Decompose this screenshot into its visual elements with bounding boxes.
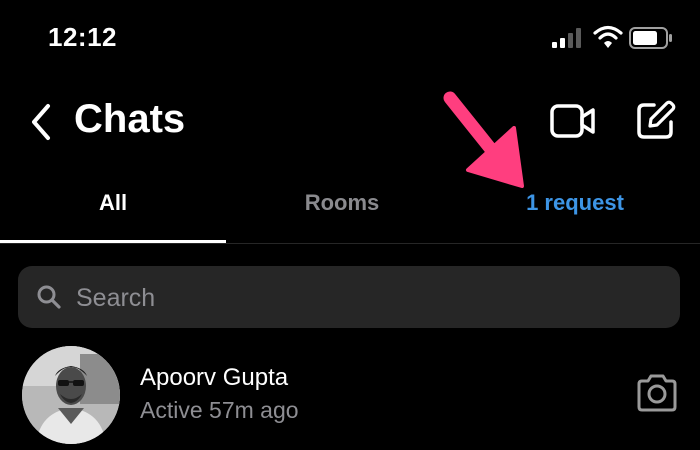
tab-requests[interactable]: 1 request	[470, 190, 680, 216]
avatar[interactable]	[22, 346, 120, 444]
battery-icon	[629, 27, 672, 49]
back-chevron-icon[interactable]	[26, 100, 56, 144]
camera-icon[interactable]	[634, 372, 680, 414]
signal-icon	[552, 28, 581, 48]
compose-icon[interactable]	[634, 100, 676, 142]
wifi-icon	[593, 25, 623, 48]
annotation-arrow-icon	[443, 91, 524, 188]
status-time: 12:12	[48, 22, 117, 52]
tab-all[interactable]: All	[0, 190, 226, 216]
activity-status: Active 57m ago	[140, 397, 299, 423]
search-input[interactable]	[74, 277, 658, 319]
page-title: Chats	[74, 97, 186, 141]
tab-rooms[interactable]: Rooms	[226, 190, 458, 216]
search-icon	[37, 285, 61, 309]
tabs-divider	[0, 243, 700, 244]
video-camera-icon[interactable]	[550, 102, 596, 140]
contact-name: Apoorv Gupta	[140, 364, 289, 391]
